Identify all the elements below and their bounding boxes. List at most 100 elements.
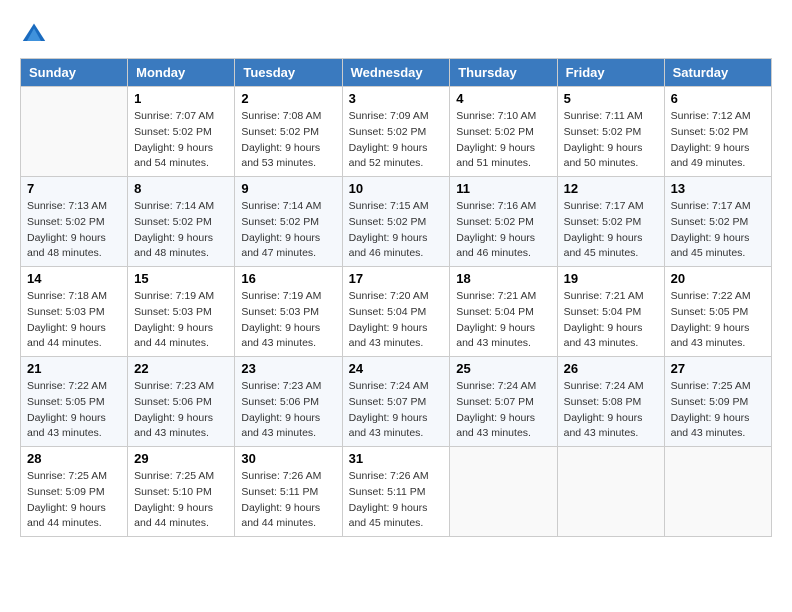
calendar-cell: 23 Sunrise: 7:23 AMSunset: 5:06 PMDaylig…: [235, 357, 342, 447]
day-number: 17: [349, 271, 444, 286]
day-detail: Sunrise: 7:12 AMSunset: 5:02 PMDaylight:…: [671, 109, 765, 172]
day-detail: Sunrise: 7:24 AMSunset: 5:07 PMDaylight:…: [349, 379, 444, 442]
calendar-cell: 22 Sunrise: 7:23 AMSunset: 5:06 PMDaylig…: [128, 357, 235, 447]
day-number: 1: [134, 91, 228, 106]
header-sunday: Sunday: [21, 59, 128, 87]
logo: [20, 20, 52, 48]
calendar-cell: 12 Sunrise: 7:17 AMSunset: 5:02 PMDaylig…: [557, 177, 664, 267]
calendar-cell: 1 Sunrise: 7:07 AMSunset: 5:02 PMDayligh…: [128, 87, 235, 177]
calendar-cell: 3 Sunrise: 7:09 AMSunset: 5:02 PMDayligh…: [342, 87, 450, 177]
calendar-cell: 25 Sunrise: 7:24 AMSunset: 5:07 PMDaylig…: [450, 357, 557, 447]
header-monday: Monday: [128, 59, 235, 87]
header-thursday: Thursday: [450, 59, 557, 87]
day-detail: Sunrise: 7:11 AMSunset: 5:02 PMDaylight:…: [564, 109, 658, 172]
calendar-header-row: SundayMondayTuesdayWednesdayThursdayFrid…: [21, 59, 772, 87]
day-detail: Sunrise: 7:21 AMSunset: 5:04 PMDaylight:…: [564, 289, 658, 352]
day-detail: Sunrise: 7:20 AMSunset: 5:04 PMDaylight:…: [349, 289, 444, 352]
calendar-cell: 17 Sunrise: 7:20 AMSunset: 5:04 PMDaylig…: [342, 267, 450, 357]
calendar-cell: 5 Sunrise: 7:11 AMSunset: 5:02 PMDayligh…: [557, 87, 664, 177]
calendar-cell: 4 Sunrise: 7:10 AMSunset: 5:02 PMDayligh…: [450, 87, 557, 177]
calendar-cell: [21, 87, 128, 177]
calendar-cell: 20 Sunrise: 7:22 AMSunset: 5:05 PMDaylig…: [664, 267, 771, 357]
day-detail: Sunrise: 7:24 AMSunset: 5:07 PMDaylight:…: [456, 379, 550, 442]
calendar-cell: 26 Sunrise: 7:24 AMSunset: 5:08 PMDaylig…: [557, 357, 664, 447]
day-detail: Sunrise: 7:17 AMSunset: 5:02 PMDaylight:…: [671, 199, 765, 262]
day-number: 22: [134, 361, 228, 376]
calendar-cell: [664, 447, 771, 537]
day-detail: Sunrise: 7:22 AMSunset: 5:05 PMDaylight:…: [671, 289, 765, 352]
calendar-cell: 9 Sunrise: 7:14 AMSunset: 5:02 PMDayligh…: [235, 177, 342, 267]
calendar-cell: 14 Sunrise: 7:18 AMSunset: 5:03 PMDaylig…: [21, 267, 128, 357]
week-row-1: 1 Sunrise: 7:07 AMSunset: 5:02 PMDayligh…: [21, 87, 772, 177]
day-detail: Sunrise: 7:25 AMSunset: 5:09 PMDaylight:…: [671, 379, 765, 442]
header-saturday: Saturday: [664, 59, 771, 87]
day-number: 28: [27, 451, 121, 466]
day-detail: Sunrise: 7:14 AMSunset: 5:02 PMDaylight:…: [241, 199, 335, 262]
week-row-2: 7 Sunrise: 7:13 AMSunset: 5:02 PMDayligh…: [21, 177, 772, 267]
day-detail: Sunrise: 7:23 AMSunset: 5:06 PMDaylight:…: [134, 379, 228, 442]
day-number: 8: [134, 181, 228, 196]
day-number: 9: [241, 181, 335, 196]
day-number: 24: [349, 361, 444, 376]
day-number: 12: [564, 181, 658, 196]
day-detail: Sunrise: 7:25 AMSunset: 5:09 PMDaylight:…: [27, 469, 121, 532]
calendar-cell: 16 Sunrise: 7:19 AMSunset: 5:03 PMDaylig…: [235, 267, 342, 357]
week-row-3: 14 Sunrise: 7:18 AMSunset: 5:03 PMDaylig…: [21, 267, 772, 357]
day-detail: Sunrise: 7:16 AMSunset: 5:02 PMDaylight:…: [456, 199, 550, 262]
calendar-cell: [450, 447, 557, 537]
calendar-cell: 30 Sunrise: 7:26 AMSunset: 5:11 PMDaylig…: [235, 447, 342, 537]
day-number: 15: [134, 271, 228, 286]
day-number: 27: [671, 361, 765, 376]
day-detail: Sunrise: 7:09 AMSunset: 5:02 PMDaylight:…: [349, 109, 444, 172]
day-detail: Sunrise: 7:13 AMSunset: 5:02 PMDaylight:…: [27, 199, 121, 262]
day-detail: Sunrise: 7:23 AMSunset: 5:06 PMDaylight:…: [241, 379, 335, 442]
calendar-cell: 10 Sunrise: 7:15 AMSunset: 5:02 PMDaylig…: [342, 177, 450, 267]
calendar-cell: 6 Sunrise: 7:12 AMSunset: 5:02 PMDayligh…: [664, 87, 771, 177]
calendar-table: SundayMondayTuesdayWednesdayThursdayFrid…: [20, 58, 772, 537]
calendar-cell: 27 Sunrise: 7:25 AMSunset: 5:09 PMDaylig…: [664, 357, 771, 447]
header-tuesday: Tuesday: [235, 59, 342, 87]
day-number: 25: [456, 361, 550, 376]
day-detail: Sunrise: 7:10 AMSunset: 5:02 PMDaylight:…: [456, 109, 550, 172]
day-number: 20: [671, 271, 765, 286]
day-detail: Sunrise: 7:15 AMSunset: 5:02 PMDaylight:…: [349, 199, 444, 262]
day-number: 21: [27, 361, 121, 376]
day-number: 10: [349, 181, 444, 196]
calendar-cell: 19 Sunrise: 7:21 AMSunset: 5:04 PMDaylig…: [557, 267, 664, 357]
day-number: 5: [564, 91, 658, 106]
day-number: 11: [456, 181, 550, 196]
day-detail: Sunrise: 7:14 AMSunset: 5:02 PMDaylight:…: [134, 199, 228, 262]
day-detail: Sunrise: 7:26 AMSunset: 5:11 PMDaylight:…: [241, 469, 335, 532]
calendar-cell: [557, 447, 664, 537]
day-detail: Sunrise: 7:18 AMSunset: 5:03 PMDaylight:…: [27, 289, 121, 352]
day-number: 18: [456, 271, 550, 286]
calendar-cell: 13 Sunrise: 7:17 AMSunset: 5:02 PMDaylig…: [664, 177, 771, 267]
week-row-4: 21 Sunrise: 7:22 AMSunset: 5:05 PMDaylig…: [21, 357, 772, 447]
day-detail: Sunrise: 7:24 AMSunset: 5:08 PMDaylight:…: [564, 379, 658, 442]
day-number: 19: [564, 271, 658, 286]
day-number: 4: [456, 91, 550, 106]
header-wednesday: Wednesday: [342, 59, 450, 87]
day-detail: Sunrise: 7:07 AMSunset: 5:02 PMDaylight:…: [134, 109, 228, 172]
day-number: 30: [241, 451, 335, 466]
day-detail: Sunrise: 7:21 AMSunset: 5:04 PMDaylight:…: [456, 289, 550, 352]
calendar-cell: 2 Sunrise: 7:08 AMSunset: 5:02 PMDayligh…: [235, 87, 342, 177]
day-detail: Sunrise: 7:26 AMSunset: 5:11 PMDaylight:…: [349, 469, 444, 532]
day-number: 7: [27, 181, 121, 196]
calendar-cell: 15 Sunrise: 7:19 AMSunset: 5:03 PMDaylig…: [128, 267, 235, 357]
day-detail: Sunrise: 7:22 AMSunset: 5:05 PMDaylight:…: [27, 379, 121, 442]
day-detail: Sunrise: 7:25 AMSunset: 5:10 PMDaylight:…: [134, 469, 228, 532]
page-header: [20, 20, 772, 48]
day-detail: Sunrise: 7:08 AMSunset: 5:02 PMDaylight:…: [241, 109, 335, 172]
day-number: 23: [241, 361, 335, 376]
day-number: 3: [349, 91, 444, 106]
logo-icon: [20, 20, 48, 48]
day-detail: Sunrise: 7:19 AMSunset: 5:03 PMDaylight:…: [134, 289, 228, 352]
calendar-cell: 28 Sunrise: 7:25 AMSunset: 5:09 PMDaylig…: [21, 447, 128, 537]
week-row-5: 28 Sunrise: 7:25 AMSunset: 5:09 PMDaylig…: [21, 447, 772, 537]
day-number: 26: [564, 361, 658, 376]
day-number: 13: [671, 181, 765, 196]
day-number: 16: [241, 271, 335, 286]
calendar-cell: 29 Sunrise: 7:25 AMSunset: 5:10 PMDaylig…: [128, 447, 235, 537]
day-detail: Sunrise: 7:17 AMSunset: 5:02 PMDaylight:…: [564, 199, 658, 262]
